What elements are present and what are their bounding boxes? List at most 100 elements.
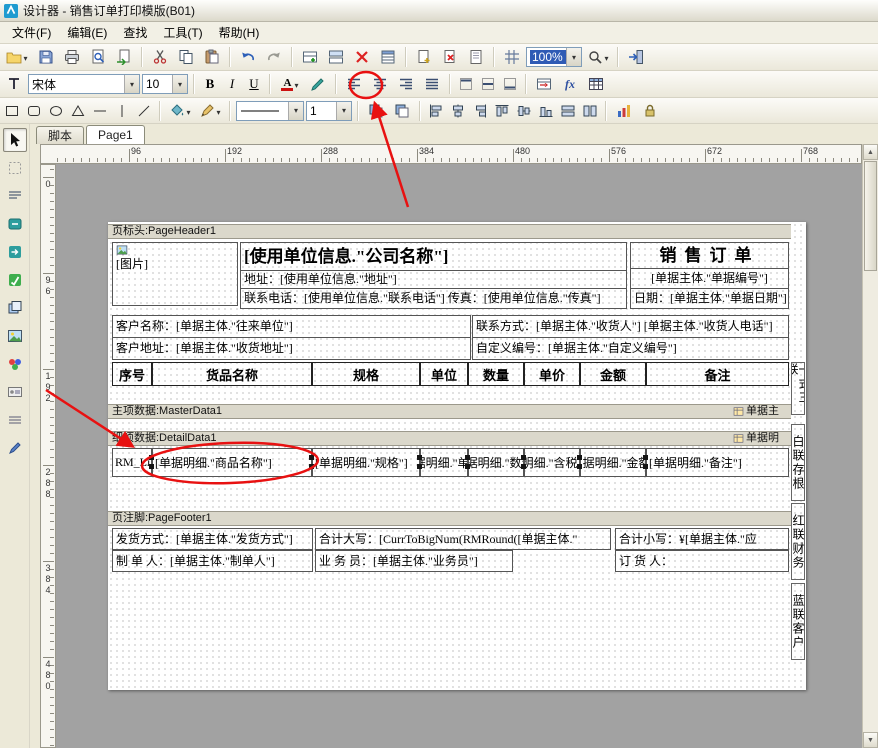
line-style-select[interactable]	[236, 101, 304, 121]
col-header-unit[interactable]: 单位	[420, 362, 468, 386]
ship-method-field[interactable]: 发货方式：[单据主体."发货方式"]	[112, 528, 313, 550]
text-tool[interactable]	[3, 184, 27, 208]
align-top-edges-button[interactable]	[492, 100, 512, 122]
total-caps-field[interactable]: 合计大写：[CurrToBigNum(RMRound([单据主体."	[315, 528, 611, 550]
menu-find[interactable]: 查找	[115, 22, 155, 43]
detail-cell-qty[interactable]: [单据明细."数量"]	[468, 448, 524, 477]
export-button[interactable]	[112, 46, 136, 68]
address-field[interactable]: 地址：[使用单位信息."地址"]	[240, 270, 627, 289]
redo-button[interactable]	[262, 46, 286, 68]
open-template-button[interactable]	[2, 46, 32, 68]
copy-label-white-stub[interactable]: 白联存根	[791, 424, 805, 501]
cut-button[interactable]	[148, 46, 172, 68]
insert-field-button[interactable]	[532, 73, 556, 95]
copy-label-triplicate[interactable]: 一式三联	[791, 362, 805, 415]
band-detaildata[interactable]: 细项数据:DetailData1 单据明	[108, 431, 791, 446]
selection-handle[interactable]	[417, 455, 422, 460]
font-style-button[interactable]	[2, 73, 26, 95]
align-center-button[interactable]	[368, 73, 392, 95]
selection-handle[interactable]	[465, 455, 470, 460]
phone-fax-field[interactable]: 联系电话：[使用单位信息."联系电话"] 传真：[使用单位信息."传真"]	[240, 288, 627, 309]
detail-cell-name[interactable]: [单据明细."商品名称"]	[152, 448, 312, 477]
detail-cell-spec[interactable]: [单据明细."规格"]	[312, 448, 420, 477]
copy-band-button[interactable]	[324, 46, 348, 68]
color-tool[interactable]	[3, 352, 27, 376]
page-setup-button[interactable]	[464, 46, 488, 68]
line-tool[interactable]	[3, 408, 27, 432]
band-pagefooter[interactable]: 页注脚:PageFooter1	[108, 511, 791, 526]
date-field[interactable]: 日期：[单据主体."单据日期"]	[630, 288, 789, 309]
same-height-button[interactable]	[580, 100, 600, 122]
insert-band-button[interactable]	[298, 46, 322, 68]
menu-edit[interactable]: 编辑(E)	[59, 22, 115, 43]
show-grid-button[interactable]	[500, 46, 524, 68]
detail-cell-seq[interactable]: RM_Li	[112, 448, 152, 477]
exit-designer-button[interactable]	[624, 46, 648, 68]
pointer-tool[interactable]	[3, 128, 27, 152]
paste-button[interactable]	[200, 46, 224, 68]
align-bottom-edges-button[interactable]	[536, 100, 556, 122]
ole-object-tool[interactable]	[3, 380, 27, 404]
font-family-select[interactable]: 宋体	[28, 74, 140, 94]
selection-handle[interactable]	[521, 455, 526, 460]
print-button[interactable]	[60, 46, 84, 68]
italic-button[interactable]: I	[222, 73, 242, 95]
detail-cell-amount[interactable]: [单据明细."金额"]	[580, 448, 646, 477]
underline-button[interactable]: U	[244, 73, 264, 95]
image-tool[interactable]	[3, 324, 27, 348]
tab-script[interactable]: 脚本	[36, 126, 84, 144]
menu-tools[interactable]: 工具(T)	[155, 22, 210, 43]
same-width-button[interactable]	[558, 100, 578, 122]
band-pageheader[interactable]: 页标头:PageHeader1	[108, 224, 791, 239]
valign-middle-button[interactable]	[478, 73, 498, 95]
vertical-scrollbar[interactable]	[862, 144, 878, 748]
image-placeholder[interactable]: [图片]	[112, 242, 238, 306]
print-preview-button[interactable]	[86, 46, 110, 68]
selection-handle[interactable]	[577, 455, 582, 460]
layers-tool[interactable]	[3, 296, 27, 320]
align-centers-h-button[interactable]	[448, 100, 468, 122]
field-tool[interactable]	[3, 212, 27, 236]
zoom-tool-button[interactable]	[584, 46, 612, 68]
font-size-select[interactable]: 10	[142, 74, 188, 94]
align-middles-button[interactable]	[514, 100, 534, 122]
detail-cell-price[interactable]: [单据明细."含税单价"]	[524, 448, 580, 477]
vertical-line-tool[interactable]	[112, 100, 132, 122]
scroll-up-button[interactable]	[863, 144, 878, 160]
copy-button[interactable]	[174, 46, 198, 68]
col-header-amount[interactable]: 金额	[580, 362, 646, 386]
menu-help[interactable]: 帮助(H)	[211, 22, 268, 43]
valign-bottom-button[interactable]	[500, 73, 520, 95]
align-right-button[interactable]	[394, 73, 418, 95]
line-width-select[interactable]: 1	[306, 101, 352, 121]
save-button[interactable]	[34, 46, 58, 68]
col-header-name[interactable]: 货品名称	[152, 362, 312, 386]
report-page[interactable]: 页标头:PageHeader1 [图片] [使用单位信息."公司名称"] 销售订…	[108, 222, 806, 690]
insert-table-button[interactable]	[584, 73, 608, 95]
chevron-down-icon[interactable]	[566, 48, 581, 66]
contact-field[interactable]: 联系方式：[单据主体."收货人"] [单据主体."收货人电话"]	[472, 315, 789, 338]
col-header-price[interactable]: 单价	[524, 362, 580, 386]
copy-label-blue-customer[interactable]: 蓝联客户	[791, 583, 805, 660]
valign-top-button[interactable]	[456, 73, 476, 95]
rectangle-tool[interactable]	[2, 100, 22, 122]
selection-handle[interactable]	[643, 455, 648, 460]
insert-chart-button[interactable]	[612, 100, 636, 122]
order-no-field[interactable]: [单据主体."单据编号"]	[630, 268, 789, 289]
tab-page1[interactable]: Page1	[86, 125, 145, 144]
chevron-down-icon[interactable]	[172, 75, 187, 93]
col-header-qty[interactable]: 数量	[468, 362, 524, 386]
maker-field[interactable]: 制 单 人：[单据主体."制单人"]	[112, 550, 313, 572]
detail-cell-unit[interactable]: [单据明细."单位"]	[420, 448, 468, 477]
col-header-seq[interactable]: 序号	[112, 362, 152, 386]
triangle-tool[interactable]	[68, 100, 88, 122]
customer-name-field[interactable]: 客户名称：[单据主体."往来单位"]	[112, 315, 471, 338]
detail-cell-remark[interactable]: [单据明细."备注"]	[646, 448, 789, 477]
chevron-down-icon[interactable]	[124, 75, 139, 93]
align-left-button[interactable]	[342, 73, 366, 95]
line-color-button[interactable]	[196, 100, 224, 122]
design-canvas[interactable]: 页标头:PageHeader1 [图片] [使用单位信息."公司名称"] 销售订…	[56, 164, 862, 748]
selection-handle[interactable]	[149, 455, 154, 460]
function-button[interactable]: fx	[558, 73, 582, 95]
ellipse-tool[interactable]	[46, 100, 66, 122]
